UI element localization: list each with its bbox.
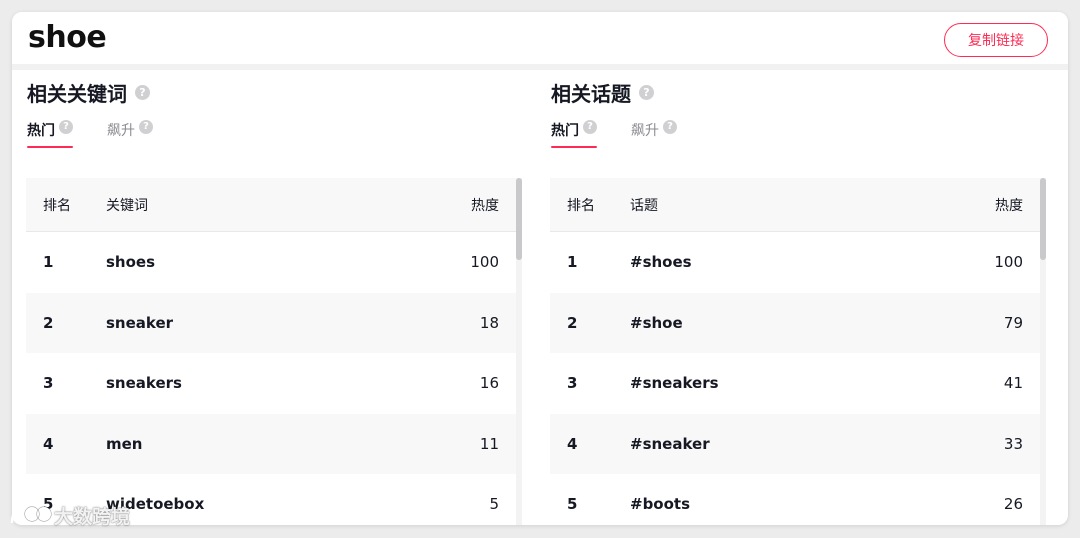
keyword-cell: sneaker bbox=[106, 313, 174, 332]
watermark: 大数跨境 bbox=[8, 502, 130, 529]
help-icon[interactable]: ? bbox=[663, 120, 677, 134]
scrollbar[interactable] bbox=[516, 178, 522, 525]
scrollbar-thumb[interactable] bbox=[516, 178, 522, 260]
rank-cell: 1 bbox=[567, 253, 578, 272]
topic-cell: #sneaker bbox=[630, 434, 710, 453]
heat-cell: 100 bbox=[994, 253, 1023, 272]
keyword-cell: widetoebox bbox=[106, 495, 205, 514]
rank-cell: 2 bbox=[567, 313, 578, 332]
table-row[interactable]: 1 #shoes 100 bbox=[550, 232, 1040, 293]
tab-label: 热门 bbox=[551, 123, 579, 139]
trend-card: shoe 复制链接 相关关键词 ? 热门 ? 飙升 ? 排名 关键词 热度 1 … bbox=[12, 12, 1068, 525]
table-header: 排名 关键词 热度 bbox=[26, 178, 516, 232]
heat-cell: 16 bbox=[479, 374, 499, 393]
topic-tabs: 热门 ? 飙升 ? bbox=[551, 120, 711, 160]
keyword-cell: sneakers bbox=[106, 374, 182, 393]
panel-title: 相关话题 ? bbox=[551, 78, 654, 107]
help-icon[interactable]: ? bbox=[639, 85, 654, 100]
tab-label: 飙升 bbox=[107, 123, 135, 139]
column-header-topic: 话题 bbox=[630, 197, 658, 214]
table-header: 排名 话题 热度 bbox=[550, 178, 1040, 232]
related-topics-panel: 相关话题 ? 热门 ? 飙升 ? 排名 话题 热度 1 #shoes 100 2… bbox=[550, 76, 1056, 525]
panel-title-text: 相关关键词 bbox=[27, 82, 127, 106]
tab-rising[interactable]: 飙升 ? bbox=[107, 120, 153, 148]
heat-cell: 18 bbox=[479, 313, 499, 332]
panel-title-text: 相关话题 bbox=[551, 82, 631, 106]
rank-cell: 3 bbox=[567, 374, 578, 393]
copy-link-button[interactable]: 复制链接 bbox=[944, 23, 1048, 57]
keyword-cell: shoes bbox=[106, 253, 156, 272]
rank-cell: 3 bbox=[43, 374, 54, 393]
tab-label: 热门 bbox=[27, 123, 55, 139]
keyword-tabs: 热门 ? 飙升 ? bbox=[27, 120, 187, 160]
table-row[interactable]: 1 shoes 100 bbox=[26, 232, 516, 293]
rank-cell: 4 bbox=[43, 434, 54, 453]
rank-cell: 5 bbox=[567, 495, 578, 514]
column-header-heat: 热度 bbox=[995, 197, 1023, 214]
table-row[interactable]: 5 #boots 26 bbox=[550, 474, 1040, 525]
help-icon[interactable]: ? bbox=[59, 120, 73, 134]
table-row[interactable]: 3 sneakers 16 bbox=[26, 353, 516, 414]
heat-cell: 41 bbox=[1003, 374, 1023, 393]
topic-cell: #shoes bbox=[630, 253, 692, 272]
heat-cell: 11 bbox=[479, 434, 499, 453]
tab-label: 飙升 bbox=[631, 123, 659, 139]
topic-cell: #sneakers bbox=[630, 374, 719, 393]
tab-hot[interactable]: 热门 ? bbox=[27, 120, 73, 148]
table-row[interactable]: 2 sneaker 18 bbox=[26, 292, 516, 353]
column-header-rank: 排名 bbox=[567, 197, 595, 214]
table-row[interactable]: 4 men 11 bbox=[26, 413, 516, 474]
scrollbar[interactable] bbox=[1040, 178, 1046, 525]
scrollbar-thumb[interactable] bbox=[1040, 178, 1046, 260]
page-title: shoe bbox=[28, 20, 107, 55]
keyword-cell: men bbox=[106, 434, 143, 453]
table-row[interactable]: 2 #shoe 79 bbox=[550, 292, 1040, 353]
help-icon[interactable]: ? bbox=[583, 120, 597, 134]
tab-rising[interactable]: 飙升 ? bbox=[631, 120, 677, 148]
heat-cell: 100 bbox=[470, 253, 499, 272]
panel-title: 相关关键词 ? bbox=[27, 78, 150, 107]
watermark-logo-icon bbox=[10, 505, 52, 523]
keyword-table: 排名 关键词 热度 1 shoes 100 2 sneaker 18 3 sne… bbox=[26, 178, 522, 525]
column-header-keyword: 关键词 bbox=[106, 197, 148, 214]
heat-cell: 33 bbox=[1003, 434, 1023, 453]
rank-cell: 2 bbox=[43, 313, 54, 332]
column-header-rank: 排名 bbox=[43, 197, 71, 214]
topic-table: 排名 话题 热度 1 #shoes 100 2 #shoe 79 3 #snea… bbox=[550, 178, 1046, 525]
rank-cell: 4 bbox=[567, 434, 578, 453]
watermark-text: 大数跨境 bbox=[54, 506, 131, 528]
heat-cell: 79 bbox=[1003, 313, 1023, 332]
table-row[interactable]: 3 #sneakers 41 bbox=[550, 353, 1040, 414]
column-header-heat: 热度 bbox=[471, 197, 499, 214]
heat-cell: 5 bbox=[489, 495, 499, 514]
card-header: shoe 复制链接 bbox=[12, 12, 1068, 70]
topic-cell: #boots bbox=[630, 495, 691, 514]
tab-hot[interactable]: 热门 ? bbox=[551, 120, 597, 148]
help-icon[interactable]: ? bbox=[139, 120, 153, 134]
rank-cell: 1 bbox=[43, 253, 54, 272]
topic-cell: #shoe bbox=[630, 313, 683, 332]
heat-cell: 26 bbox=[1003, 495, 1023, 514]
related-keywords-panel: 相关关键词 ? 热门 ? 飙升 ? 排名 关键词 热度 1 shoes 100 … bbox=[26, 76, 532, 525]
help-icon[interactable]: ? bbox=[135, 85, 150, 100]
table-row[interactable]: 4 #sneaker 33 bbox=[550, 413, 1040, 474]
